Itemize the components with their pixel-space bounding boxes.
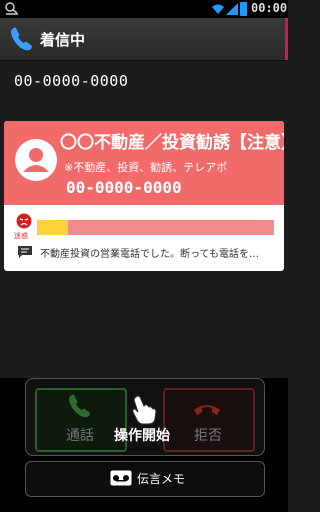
phone-icon [11, 27, 32, 51]
angry-face-icon [16, 213, 32, 229]
signal-icon [226, 3, 238, 15]
status-bar: 00:00 [0, 0, 288, 18]
review-comment: 不動産投資の営業電話でした。断っても電話を… [40, 249, 259, 260]
voicemail-icon [110, 470, 132, 486]
comment-icon [18, 246, 32, 258]
caller-label: 〇〇不動産／投資勧誘【注意】 [60, 133, 284, 153]
operate-start-label: 操作開始 [114, 428, 170, 444]
answer-label: 通話 [66, 428, 94, 444]
pointing-hand-icon[interactable] [130, 395, 158, 425]
status-time: 00:00 [251, 1, 288, 15]
caller-tags: ※不動産、投資、勧誘、テレアポ [64, 161, 228, 174]
card-header: 〇〇不動産／投資勧誘【注意】 ※不動産、投資、勧誘、テレアポ 00-0000-0… [4, 121, 284, 205]
caller-number: 00-0000-0000 [14, 72, 129, 90]
nuisance-rating-bar [37, 220, 274, 235]
phone-hangup-icon [194, 405, 220, 415]
nuisance-label: 迷惑 [14, 232, 28, 240]
person-avatar-icon [15, 139, 57, 181]
call-status-icon [5, 2, 18, 15]
wifi-icon [212, 4, 224, 14]
card-number: 00-0000-0000 [66, 178, 182, 197]
battery-icon [240, 2, 247, 16]
title-accent [285, 18, 288, 60]
caller-info-card[interactable]: 〇〇不動産／投資勧誘【注意】 ※不動産、投資、勧誘、テレアポ 00-0000-0… [4, 121, 284, 271]
rating-fill [37, 220, 68, 235]
reject-label: 拒否 [194, 428, 222, 444]
title-bar: 着信中 [0, 18, 288, 61]
voice-memo-label: 伝言メモ [137, 472, 186, 486]
page-title: 着信中 [40, 31, 86, 49]
phone-answer-icon [69, 394, 90, 418]
